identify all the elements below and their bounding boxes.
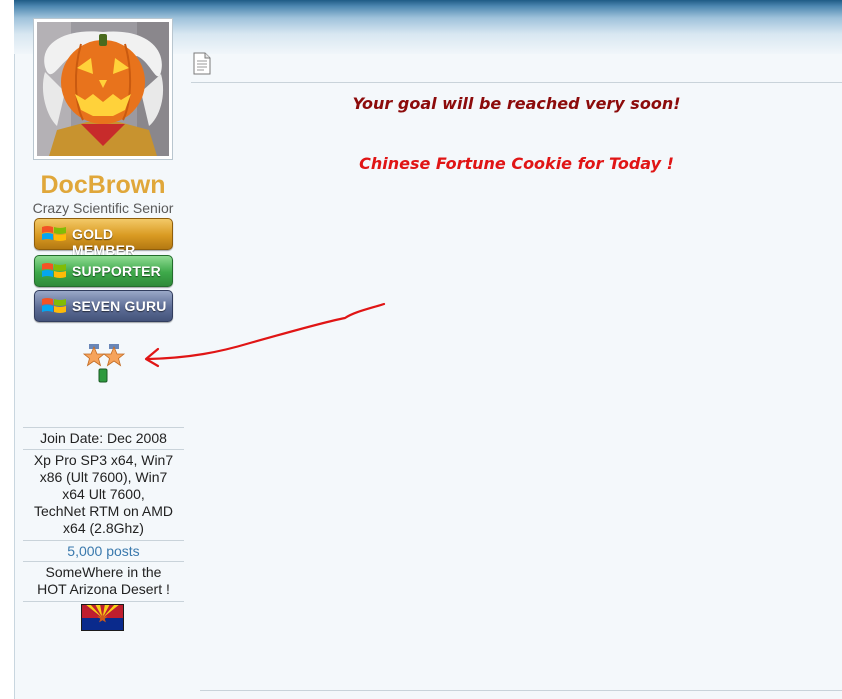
system-specs-line: TechNet RTM on AMD	[33, 503, 173, 519]
windows-logo-icon	[42, 263, 66, 278]
location: SomeWhere in the HOT Arizona Desert !	[23, 561, 184, 601]
system-specs: Xp Pro SP3 x64, Win7 x86 (Ult 7600), Win…	[23, 449, 184, 540]
supporter-badge: SUPPORTER	[34, 255, 173, 287]
document-icon	[193, 52, 211, 75]
arizona-flag-icon	[81, 604, 124, 631]
post-footer-divider	[200, 690, 842, 691]
system-specs-line: Xp Pro SP3 x64, Win7	[33, 452, 174, 468]
location-flag-row	[23, 601, 184, 634]
windows-logo-icon	[42, 298, 66, 313]
location-line: HOT Arizona Desert !	[37, 581, 170, 597]
user-title: Crazy Scientific Senior	[32, 200, 174, 216]
post-count-link[interactable]: 5,000 posts	[23, 540, 184, 561]
post-message-line-2: Chinese Fortune Cookie for Today !	[359, 154, 674, 173]
windows-logo-icon	[42, 226, 66, 241]
badge-label: GOLD MEMBER	[72, 226, 136, 258]
post-message-line-1: Your goal will be reached very soon!	[352, 94, 681, 113]
avatar[interactable]	[33, 18, 173, 160]
username[interactable]: DocBrown	[15, 171, 191, 200]
location-line: SomeWhere in the	[45, 564, 162, 580]
system-specs-line: x64 (2.8Ghz)	[63, 520, 144, 536]
award-stars-icon[interactable]	[83, 344, 127, 384]
post-divider	[191, 82, 842, 83]
system-specs-line: x64 Ult 7600,	[62, 486, 145, 502]
page-left-margin	[0, 0, 15, 699]
annotation-arrow-icon	[144, 302, 386, 368]
system-specs-line: x86 (Ult 7600), Win7	[39, 469, 168, 485]
user-details: Join Date: Dec 2008 Xp Pro SP3 x64, Win7…	[23, 427, 184, 634]
join-date: Join Date: Dec 2008	[23, 427, 184, 449]
gold-member-badge: GOLD MEMBER	[34, 218, 173, 258]
badge-label: SUPPORTER	[72, 263, 161, 279]
pumpkin-avatar-icon	[37, 22, 169, 156]
